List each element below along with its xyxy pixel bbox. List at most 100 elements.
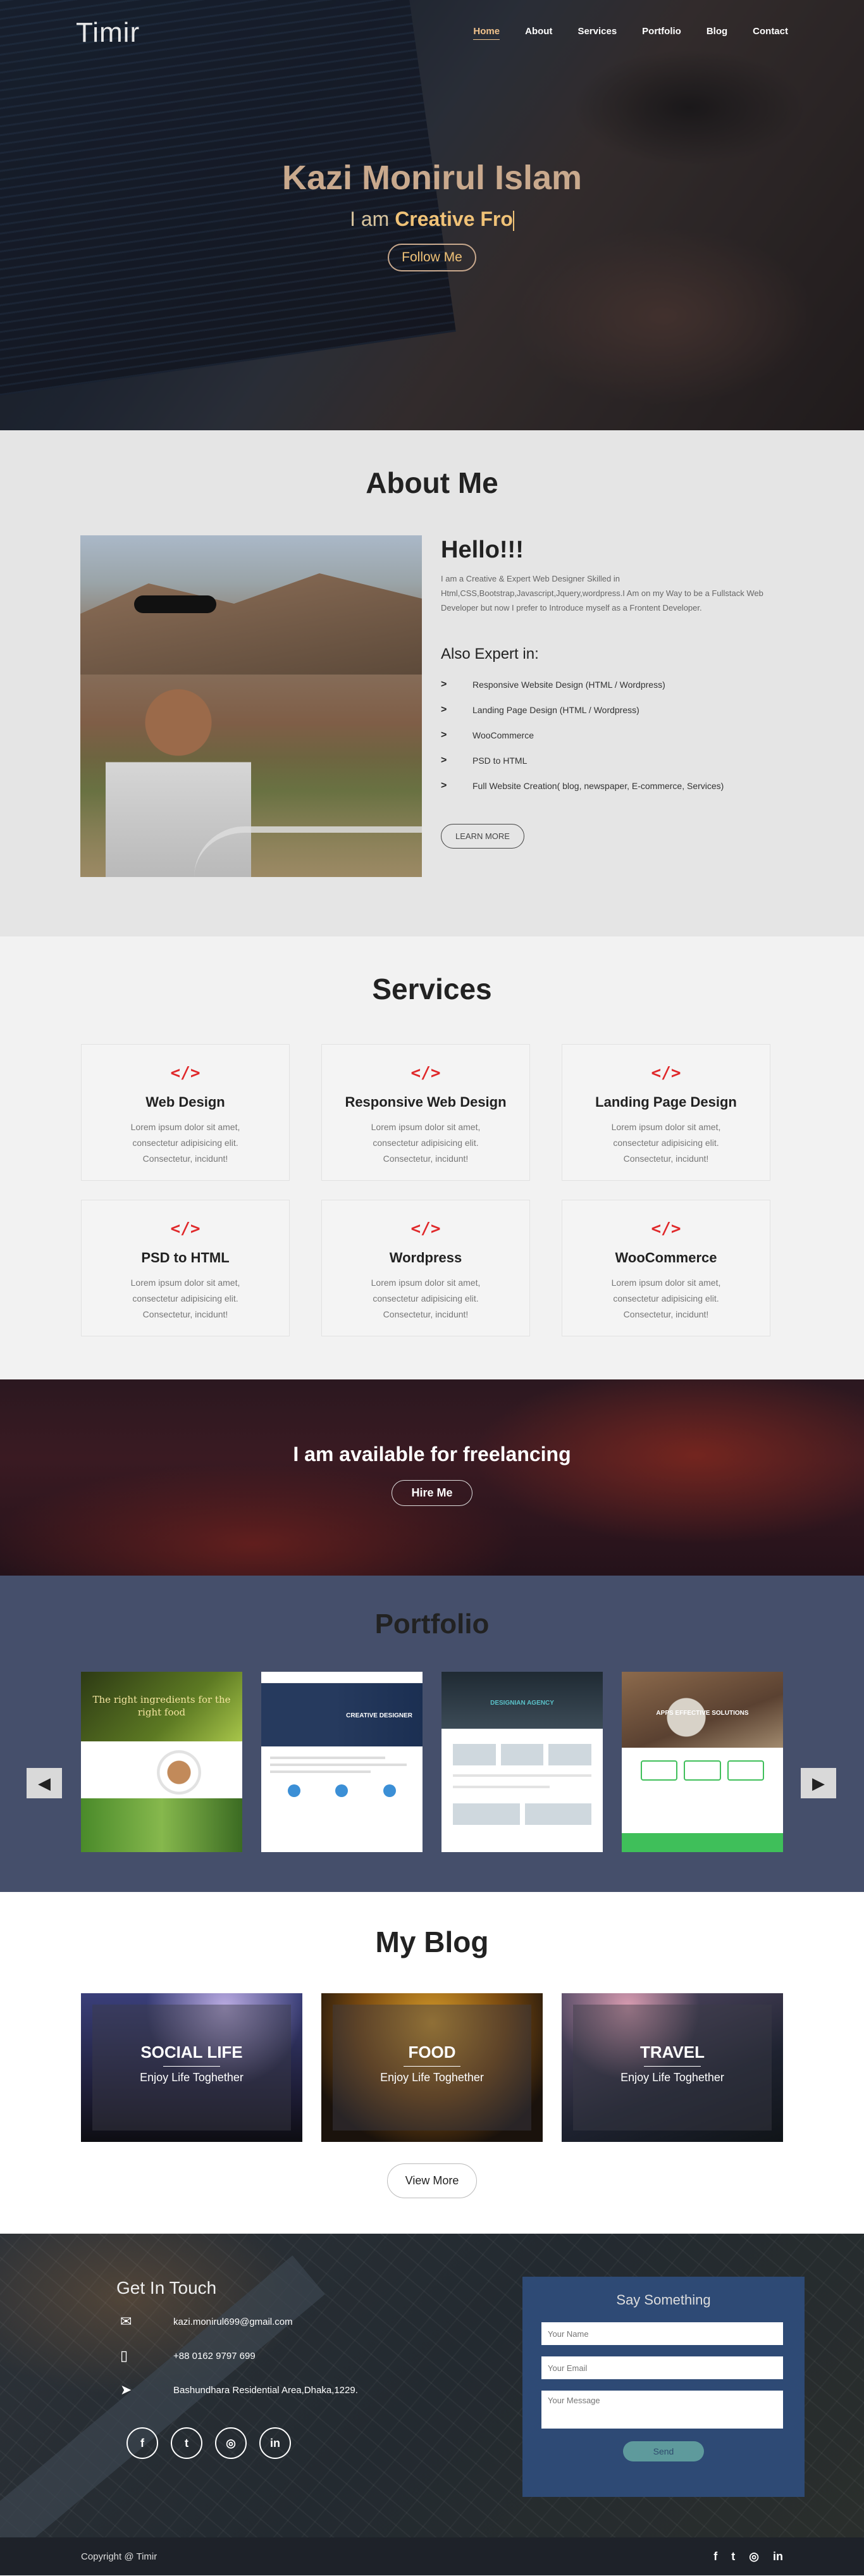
portfolio-item[interactable]: DESIGNIAN AGENCY: [441, 1672, 603, 1852]
blog-card-title: FOOD: [408, 2043, 456, 2062]
services-title: Services: [372, 973, 492, 1005]
skills-list: > Responsive Website Design (HTML / Wordp…: [441, 672, 782, 799]
contact-email[interactable]: kazi.monirul699@gmail.com: [173, 2317, 293, 2327]
skill-item: > Full Website Creation( blog, newspaper,…: [441, 780, 724, 791]
service-title: Responsive Web Design: [345, 1094, 507, 1110]
contact-address-row: ➤ Bashundhara Residential Area,Dhaka,122…: [116, 2382, 433, 2398]
contact-form: Say Something Send: [522, 2277, 805, 2497]
phone-icon: ▯: [120, 2348, 128, 2363]
site-footer: Copyright @ Timir f t ◎ in: [0, 2537, 864, 2575]
services-section: Services </> Web Design Lorem ipsum dolor …: [0, 936, 864, 1379]
nav-blog[interactable]: Blog: [707, 26, 727, 40]
form-title: Say Something: [616, 2292, 711, 2308]
service-card[interactable]: </> Wordpress Lorem ipsum dolor sit amet, …: [321, 1200, 530, 1336]
linkedin-icon[interactable]: in: [259, 2427, 291, 2459]
nav-about[interactable]: About: [525, 26, 552, 40]
service-desc: Lorem ipsum dolor sit amet, consectetur …: [130, 1278, 240, 1319]
hero-role-typed: Creative Fro: [395, 208, 513, 230]
service-title: Web Design: [145, 1094, 225, 1110]
contact-email-row: ✉ kazi.monirul699@gmail.com: [116, 2313, 433, 2330]
portfolio-item[interactable]: CREATIVE DESIGNER: [261, 1672, 423, 1852]
blog-card[interactable]: TRAVEL Enjoy Life Toghether: [562, 1993, 783, 2142]
code-icon: </>: [170, 1219, 201, 1238]
service-title: PSD to HTML: [141, 1250, 230, 1266]
blog-card-subtitle: Enjoy Life Toghether: [620, 2071, 724, 2084]
name-input[interactable]: [541, 2322, 783, 2345]
contact-phone-row: ▯ +88 0162 9797 699: [116, 2348, 433, 2364]
about-section: About Me Hello!!! I am a Creative & Expe…: [0, 430, 864, 936]
portfolio-item[interactable]: The right ingredients for the right food: [81, 1672, 242, 1852]
service-card[interactable]: </> WooCommerce Lorem ipsum dolor sit amet…: [562, 1200, 770, 1336]
chevron-right-icon: >: [441, 704, 447, 715]
follow-me-button[interactable]: Follow Me: [388, 244, 476, 271]
service-title: WooCommerce: [615, 1250, 717, 1266]
contact-address: Bashundhara Residential Area,Dhaka,1229.: [173, 2384, 358, 2396]
service-desc: Lorem ipsum dolor sit amet, consectetur …: [130, 1122, 240, 1164]
blog-section: My Blog SOCIAL LIFE Enjoy Life Toghether…: [0, 1892, 864, 2234]
instagram-icon[interactable]: ◎: [749, 2550, 759, 2563]
blog-card-subtitle: Enjoy Life Toghether: [380, 2071, 484, 2084]
nav-menu: Home About Services Portfolio Blog Conta…: [473, 26, 788, 40]
portfolio-section: Portfolio ◀ ▶ The right ingredients for …: [0, 1576, 864, 1892]
location-arrow-icon: ➤: [120, 2382, 132, 2398]
service-title: Wordpress: [389, 1250, 462, 1266]
portfolio-title: Portfolio: [374, 1608, 490, 1640]
nav-portfolio[interactable]: Portfolio: [642, 26, 681, 40]
facebook-icon[interactable]: f: [127, 2427, 158, 2459]
contact-section: Get In Touch ✉ kazi.monirul699@gmail.com…: [0, 2234, 864, 2537]
message-input[interactable]: [541, 2391, 783, 2429]
facebook-icon[interactable]: f: [713, 2550, 717, 2563]
email-input[interactable]: [541, 2356, 783, 2379]
blog-card[interactable]: FOOD Enjoy Life Toghether: [321, 1993, 543, 2142]
service-desc: Lorem ipsum dolor sit amet, consectetur …: [371, 1122, 481, 1164]
prev-arrow-icon[interactable]: ◀: [27, 1768, 62, 1798]
envelope-icon: ✉: [120, 2313, 132, 2329]
code-icon: </>: [170, 1064, 201, 1083]
twitter-icon[interactable]: t: [171, 2427, 202, 2459]
service-title: Landing Page Design: [595, 1094, 737, 1110]
instagram-icon[interactable]: ◎: [215, 2427, 247, 2459]
blog-title: My Blog: [375, 1926, 489, 1958]
profile-photo: [80, 535, 422, 877]
chevron-right-icon: >: [441, 730, 447, 740]
nav-contact[interactable]: Contact: [753, 26, 788, 40]
copyright-text: Copyright @ Timir: [81, 2551, 157, 2562]
portfolio-thumb-text: DESIGNIAN AGENCY: [490, 1700, 554, 1707]
twitter-icon[interactable]: t: [731, 2550, 735, 2563]
portfolio-carousel: The right ingredients for the right food…: [81, 1672, 864, 1852]
skill-item: > Landing Page Design (HTML / Wordpress): [441, 704, 639, 715]
blog-cards: SOCIAL LIFE Enjoy Life Toghether FOOD En…: [81, 1993, 864, 2142]
skill-item: > Responsive Website Design (HTML / Wordp…: [441, 679, 665, 690]
service-card[interactable]: </> Landing Page Design Lorem ipsum dolor …: [562, 1044, 770, 1181]
chevron-right-icon: >: [441, 679, 447, 690]
service-card[interactable]: </> PSD to HTML Lorem ipsum dolor sit amet…: [81, 1200, 290, 1336]
service-desc: Lorem ipsum dolor sit amet, consectetur …: [611, 1278, 721, 1319]
service-desc: Lorem ipsum dolor sit amet, consectetur …: [371, 1278, 481, 1319]
linkedin-icon[interactable]: in: [773, 2550, 783, 2563]
portfolio-item[interactable]: APPS EFFECTIVE SOLUTIONS: [622, 1672, 783, 1852]
social-links: f t ◎ in: [127, 2427, 433, 2459]
code-icon: </>: [410, 1064, 441, 1083]
service-card[interactable]: </> Responsive Web Design Lorem ipsum dolo…: [321, 1044, 530, 1181]
blog-card-title: SOCIAL LIFE: [140, 2043, 243, 2062]
contact-phone[interactable]: +88 0162 9797 699: [173, 2351, 256, 2361]
nav-services[interactable]: Services: [577, 26, 617, 40]
learn-more-button[interactable]: LEARN MORE: [441, 824, 524, 849]
view-more-button[interactable]: View More: [386, 2163, 478, 2198]
next-arrow-icon[interactable]: ▶: [801, 1768, 836, 1798]
top-navbar: Timir Home About Services Portfolio Blog…: [0, 0, 864, 66]
hire-me-button[interactable]: Hire Me: [392, 1480, 472, 1506]
nav-home[interactable]: Home: [473, 26, 500, 40]
site-logo[interactable]: Timir: [76, 17, 140, 49]
food-plate-image: [157, 1750, 201, 1795]
chevron-right-icon: >: [441, 780, 447, 791]
portfolio-thumb-text: CREATIVE DESIGNER: [346, 1712, 412, 1719]
service-card[interactable]: </> Web Design Lorem ipsum dolor sit amet,…: [81, 1044, 290, 1181]
hero-role: I am Creative Fro: [0, 208, 864, 231]
hero-section: Timir Home About Services Portfolio Blog…: [0, 0, 864, 430]
send-button[interactable]: Send: [622, 2441, 705, 2461]
blog-card[interactable]: SOCIAL LIFE Enjoy Life Toghether: [81, 1993, 302, 2142]
footer-social-links: f t ◎ in: [713, 2550, 783, 2563]
service-desc: Lorem ipsum dolor sit amet, consectetur …: [611, 1122, 721, 1164]
about-bio: I am a Creative & Expert Web Designer Sk…: [441, 574, 763, 613]
